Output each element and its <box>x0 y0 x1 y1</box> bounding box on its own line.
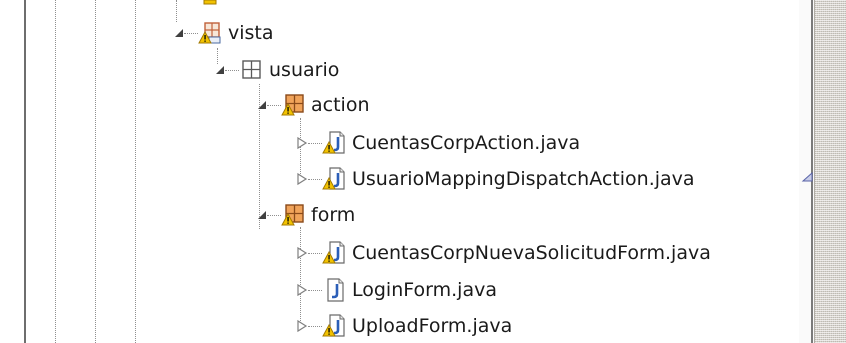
package-warning-icon <box>281 94 304 116</box>
collapsed-arrow-icon[interactable] <box>295 319 309 333</box>
tree-connector <box>225 70 239 71</box>
tree-item-vista[interactable]: vista <box>170 18 470 48</box>
tree-guide-line <box>95 0 96 343</box>
tree-item-label: CuentasCorpNuevaSolicitudForm.java <box>352 242 711 264</box>
tree-connector <box>308 290 322 291</box>
tree-connector <box>308 253 322 254</box>
tree-guide-line <box>55 0 56 343</box>
java-file-warning-icon <box>322 131 345 154</box>
package-icon <box>242 60 261 79</box>
tree-item-label: LoginForm.java <box>352 279 497 301</box>
collapsed-arrow-icon[interactable] <box>295 246 309 260</box>
java-file-icon <box>327 278 344 302</box>
tree-item-label: UsuarioMappingDispatchAction.java <box>352 168 695 190</box>
tree-connector <box>184 33 198 34</box>
tree-item-label: usuario <box>269 59 340 81</box>
collapsed-arrow-icon[interactable] <box>295 283 309 297</box>
tree-left-border <box>24 0 26 343</box>
tree-connector <box>308 143 322 144</box>
tree-item-uploadform[interactable]: UploadForm.java <box>294 311 694 341</box>
tree-item-label: form <box>311 204 356 226</box>
tree-guide-line <box>135 0 136 343</box>
java-file-warning-icon <box>322 167 345 190</box>
tree-item-usuario[interactable]: usuario <box>211 55 511 85</box>
tree-connector <box>308 179 322 180</box>
collapsed-arrow-icon[interactable] <box>295 136 309 150</box>
package-warning-icon <box>281 204 304 226</box>
tree-item-action[interactable]: action <box>253 90 553 120</box>
fold-marker-icon[interactable] <box>801 170 813 184</box>
tree-connector <box>267 215 281 216</box>
vertical-scrollbar[interactable] <box>814 0 846 343</box>
tree-item-label: action <box>311 94 370 116</box>
package-folder-warning-icon <box>198 22 221 44</box>
tree-item-cuentascorpnuevasolicitudform[interactable]: CuentasCorpNuevaSolicitudForm.java <box>294 238 794 268</box>
tree-item-label: UploadForm.java <box>352 315 513 337</box>
tree-item-label: CuentasCorpAction.java <box>352 132 581 154</box>
tree-connector <box>308 326 322 327</box>
java-file-warning-icon <box>322 241 345 264</box>
tree-item-cuentascorpaction[interactable]: CuentasCorpAction.java <box>294 128 774 158</box>
tree-item-loginform[interactable]: LoginForm.java <box>294 275 694 305</box>
package-warning-icon <box>203 0 217 5</box>
java-file-warning-icon <box>322 314 345 337</box>
tree-item-form[interactable]: form <box>253 200 553 230</box>
tree-item-label: vista <box>228 22 274 44</box>
tree-connector <box>267 105 281 106</box>
collapsed-arrow-icon[interactable] <box>295 172 309 186</box>
tree-item-usuariomappingdispatchaction[interactable]: UsuarioMappingDispatchAction.java <box>294 164 774 194</box>
